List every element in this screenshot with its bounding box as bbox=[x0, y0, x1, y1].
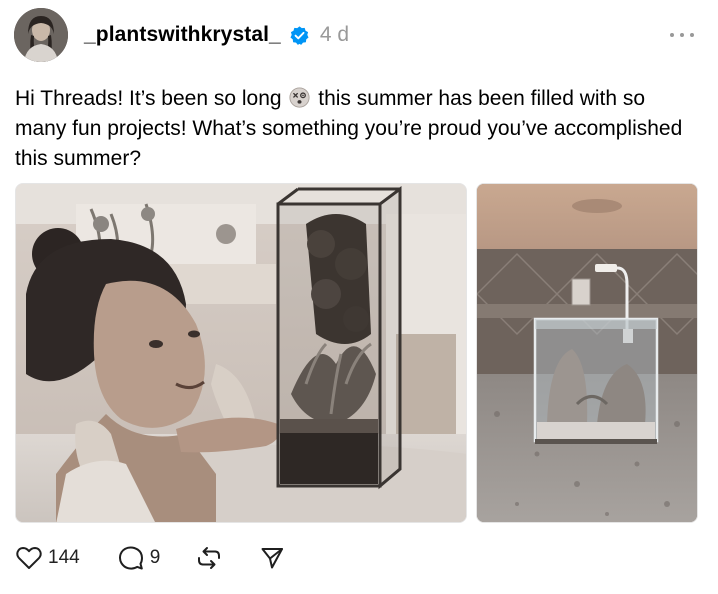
like-count: 144 bbox=[48, 547, 80, 568]
author-username[interactable]: _plantswithkrystal_ bbox=[84, 23, 281, 47]
post-photo-aquarium[interactable] bbox=[476, 183, 698, 523]
repost-button[interactable] bbox=[196, 545, 222, 571]
post-photo-terrarium[interactable] bbox=[15, 183, 467, 523]
repost-icon bbox=[198, 547, 221, 569]
post-actions: 144 9 bbox=[16, 544, 284, 572]
heart-icon bbox=[16, 547, 42, 569]
more-dots-icon bbox=[670, 33, 674, 37]
post-header: _plantswithkrystal_ 4 d bbox=[84, 20, 349, 50]
reply-count: 9 bbox=[149, 547, 161, 568]
verified-badge-icon bbox=[289, 25, 310, 46]
dizzy-face-emoji-icon bbox=[289, 87, 310, 108]
thread-post: _plantswithkrystal_ 4 d Hi Threads! It’s… bbox=[0, 0, 718, 594]
comment-icon bbox=[118, 546, 143, 570]
author-avatar[interactable] bbox=[14, 8, 68, 62]
like-button[interactable]: 144 bbox=[16, 546, 80, 570]
post-text: Hi Threads! It’s been so long this summe… bbox=[15, 84, 695, 174]
post-timestamp: 4 d bbox=[319, 23, 350, 46]
aquarium-photo bbox=[477, 184, 697, 522]
more-options-button[interactable] bbox=[670, 28, 694, 42]
woman-terrarium-photo bbox=[16, 184, 466, 522]
share-button[interactable] bbox=[260, 546, 284, 570]
post-text-part-1: Hi Threads! It’s been so long bbox=[15, 87, 282, 110]
reply-button[interactable]: 9 bbox=[118, 545, 161, 571]
avatar-photo-icon bbox=[14, 8, 68, 62]
send-icon bbox=[261, 548, 284, 569]
